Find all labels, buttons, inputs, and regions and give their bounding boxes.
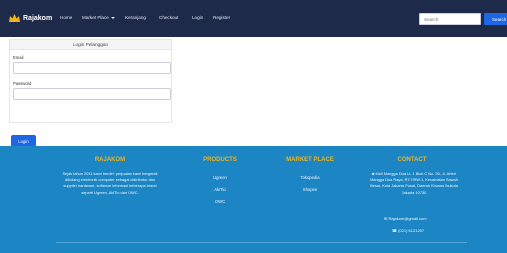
brand-logo[interactable]: Rajakom (8, 13, 52, 23)
email-label: Email (13, 55, 24, 60)
nav-register[interactable]: Register (213, 15, 230, 20)
footer-contact-address: ■ Mall Mangga Dua Lt. 1 Blok C No. 26, J… (368, 171, 460, 196)
nav-keranjang[interactable]: Keranjang (125, 15, 146, 20)
footer-rajakom-text: Sejak tahun 2011 kami berdiri. perjualan… (62, 171, 158, 195)
login-card-title: Login Pelanggan (10, 40, 171, 50)
caret-down-icon (110, 16, 115, 19)
nav-checkout[interactable]: Checkout (159, 15, 178, 20)
footer-product-akitio[interactable]: AkiTio (190, 187, 250, 192)
top-navbar: Rajakom Home Market Place Keranjang Chec… (0, 0, 507, 37)
nav-login[interactable]: Login (192, 15, 203, 20)
footer-product-owc[interactable]: OWC (190, 199, 250, 204)
footer-products-title: PRODUCTS (203, 157, 237, 163)
password-field[interactable] (13, 88, 171, 100)
footer-contact-phone-text: (021) 6121297 (398, 228, 425, 233)
footer-product-ugreen[interactable]: Ugreen (190, 175, 250, 180)
footer-contact-email: ✉ Rajakom@gmail.com (384, 216, 427, 221)
footer-contact-email-text: Rajakom@gmail.com (388, 216, 427, 221)
crown-icon (9, 14, 20, 22)
footer-contact-address-text: Mall Mangga Dua Lt. 1 Blok C No. 26, Jl.… (370, 171, 458, 195)
search-input[interactable] (419, 13, 481, 25)
nav-home[interactable]: Home (60, 15, 72, 20)
search-button[interactable]: Search (484, 13, 507, 25)
footer-marketplace-title: MARKET PLACE (286, 157, 334, 163)
brand-name: Rajakom (23, 14, 53, 22)
footer-rajakom-title: RAJAKOM (94, 157, 126, 163)
nav-marketplace[interactable]: Market Place (82, 15, 115, 20)
footer-contact-title: CONTACT (397, 157, 427, 163)
email-field[interactable] (13, 62, 171, 74)
footer-divider (56, 242, 467, 243)
footer-marketplace-tokopedia[interactable]: Tokopedia (270, 175, 350, 180)
footer-marketplace-shopee[interactable]: Shopee (270, 187, 350, 192)
nav-marketplace-label: Market Place (82, 15, 109, 20)
footer-contact-phone: ☎ (021) 6121297 (392, 228, 424, 233)
login-card: Login Pelanggan Email Password (9, 39, 172, 123)
password-label: Password (13, 81, 32, 86)
footer: RAJAKOM Sejak tahun 2011 kami berdiri. p… (0, 146, 507, 253)
